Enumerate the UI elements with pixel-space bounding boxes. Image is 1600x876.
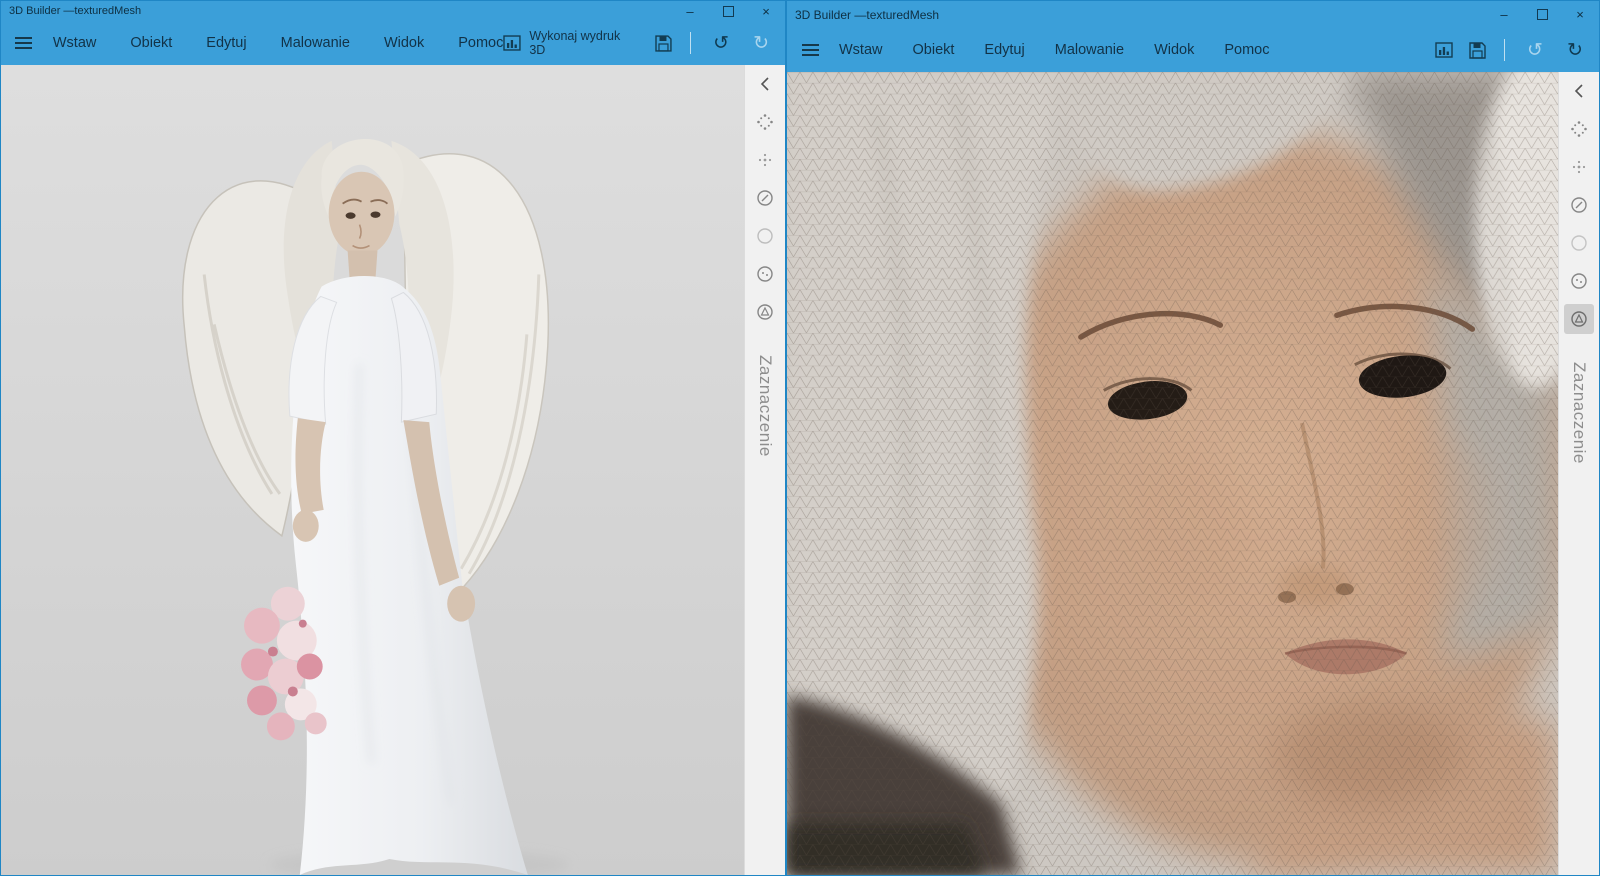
tool-part-select[interactable] <box>1564 152 1594 182</box>
save-icon[interactable] <box>655 35 672 52</box>
print-3d-label: Wykonaj wydruk 3D <box>529 29 639 57</box>
undo-icon[interactable]: ↺ <box>709 34 733 53</box>
window-controls: – × <box>1485 1 1599 28</box>
menu-pomoc[interactable]: Pomoc <box>458 35 503 51</box>
wireframe-face-model <box>787 72 1558 875</box>
toolbar-divider <box>1504 39 1505 61</box>
menu-wstaw[interactable]: Wstaw <box>53 35 97 51</box>
chevron-left-icon <box>1574 83 1584 99</box>
hamburger-menu-icon[interactable] <box>787 28 833 72</box>
save-icon[interactable] <box>1469 42 1486 59</box>
cone-select-icon <box>1569 309 1589 329</box>
paint-select-icon <box>1569 195 1589 215</box>
toolbar-divider <box>690 32 691 54</box>
menubar: Wstaw Obiekt Edytuj Malowanie Widok Pomo… <box>1 21 785 65</box>
minimize-button[interactable]: – <box>671 1 709 21</box>
menu-edytuj[interactable]: Edytuj <box>206 35 246 51</box>
panel-label-zaznaczenie: Zaznaczenie <box>1569 362 1589 464</box>
viewport-3d-mesh-face[interactable] <box>787 72 1558 875</box>
print-3d-icon <box>503 35 521 51</box>
tool-part-select[interactable] <box>750 145 780 175</box>
tool-cone-select[interactable] <box>750 297 780 327</box>
menubar: Wstaw Obiekt Edytuj Malowanie Widok Pomo… <box>787 28 1599 72</box>
panel-expand-button[interactable] <box>1559 72 1599 110</box>
tool-circle-select[interactable] <box>1564 228 1594 258</box>
print-3d-icon[interactable] <box>1435 42 1453 58</box>
print-3d-button[interactable]: Wykonaj wydruk 3D <box>503 29 639 57</box>
titlebar[interactable]: 3D Builder —texturedMesh – × <box>787 1 1599 28</box>
menu-malowanie[interactable]: Malowanie <box>281 35 350 51</box>
desktop: 3D Builder —texturedMesh – × Wstaw Obiek… <box>0 0 1600 876</box>
panel-expand-button[interactable] <box>745 65 785 103</box>
sphere-select-icon <box>755 264 775 284</box>
maximize-icon <box>723 6 734 17</box>
point-select-icon <box>755 112 775 132</box>
menu-malowanie[interactable]: Malowanie <box>1055 42 1124 58</box>
toolbar: ↺ ↻ <box>1435 39 1599 61</box>
tool-sphere-select[interactable] <box>750 259 780 289</box>
sphere-select-icon <box>1569 271 1589 291</box>
menu: Wstaw Obiekt Edytuj Malowanie Widok Pomo… <box>839 42 1270 58</box>
redo-icon[interactable]: ↻ <box>749 34 773 53</box>
close-button[interactable]: × <box>1561 1 1599 28</box>
menu: Wstaw Obiekt Edytuj Malowanie Widok Pomo… <box>53 35 504 51</box>
cone-select-icon <box>755 302 775 322</box>
tool-point-select[interactable] <box>1564 114 1594 144</box>
tool-paint-select[interactable] <box>750 183 780 213</box>
menu-widok[interactable]: Widok <box>384 35 424 51</box>
part-select-icon <box>755 150 775 170</box>
tool-paint-select[interactable] <box>1564 190 1594 220</box>
minimize-button[interactable]: – <box>1485 1 1523 28</box>
menu-obiekt[interactable]: Obiekt <box>130 35 172 51</box>
point-select-icon <box>1569 119 1589 139</box>
titlebar[interactable]: 3D Builder —texturedMesh – × <box>1 1 785 21</box>
window-title: 3D Builder —texturedMesh <box>1 5 671 17</box>
maximize-icon <box>1537 9 1548 20</box>
window-3d-builder-right: 3D Builder —texturedMesh – × Wstaw Obiek… <box>786 0 1600 876</box>
redo-icon[interactable]: ↻ <box>1563 41 1587 60</box>
tool-sphere-select[interactable] <box>1564 266 1594 296</box>
circle-select-icon <box>755 226 775 246</box>
menu-widok[interactable]: Widok <box>1154 42 1194 58</box>
window-title: 3D Builder —texturedMesh <box>787 8 1485 22</box>
window-3d-builder-left: 3D Builder —texturedMesh – × Wstaw Obiek… <box>0 0 786 876</box>
menu-wstaw[interactable]: Wstaw <box>839 42 883 58</box>
menu-obiekt[interactable]: Obiekt <box>913 42 955 58</box>
menu-pomoc[interactable]: Pomoc <box>1224 42 1269 58</box>
maximize-button[interactable] <box>709 1 747 21</box>
paint-select-icon <box>755 188 775 208</box>
hamburger-menu-icon[interactable] <box>1 21 47 65</box>
chevron-left-icon <box>760 76 770 92</box>
part-select-icon <box>1569 157 1589 177</box>
panel-label-zaznaczenie: Zaznaczenie <box>755 355 775 457</box>
undo-icon[interactable]: ↺ <box>1523 41 1547 60</box>
tool-cone-select[interactable] <box>1564 304 1594 334</box>
circle-select-icon <box>1569 233 1589 253</box>
window-body: Zaznaczenie <box>1 65 785 875</box>
tool-point-select[interactable] <box>750 107 780 137</box>
toolbar: Wykonaj wydruk 3D ↺ ↻ <box>503 29 785 57</box>
close-button[interactable]: × <box>747 1 785 21</box>
angel-figurine-model <box>1 65 744 875</box>
menu-edytuj[interactable]: Edytuj <box>984 42 1024 58</box>
viewport-3d-angel[interactable] <box>1 65 744 875</box>
tool-circle-select[interactable] <box>750 221 780 251</box>
selection-side-panel: Zaznaczenie <box>744 65 785 875</box>
window-body: Zaznaczenie <box>787 72 1599 875</box>
window-controls: – × <box>671 1 785 21</box>
maximize-button[interactable] <box>1523 1 1561 28</box>
selection-side-panel: Zaznaczenie <box>1558 72 1599 875</box>
